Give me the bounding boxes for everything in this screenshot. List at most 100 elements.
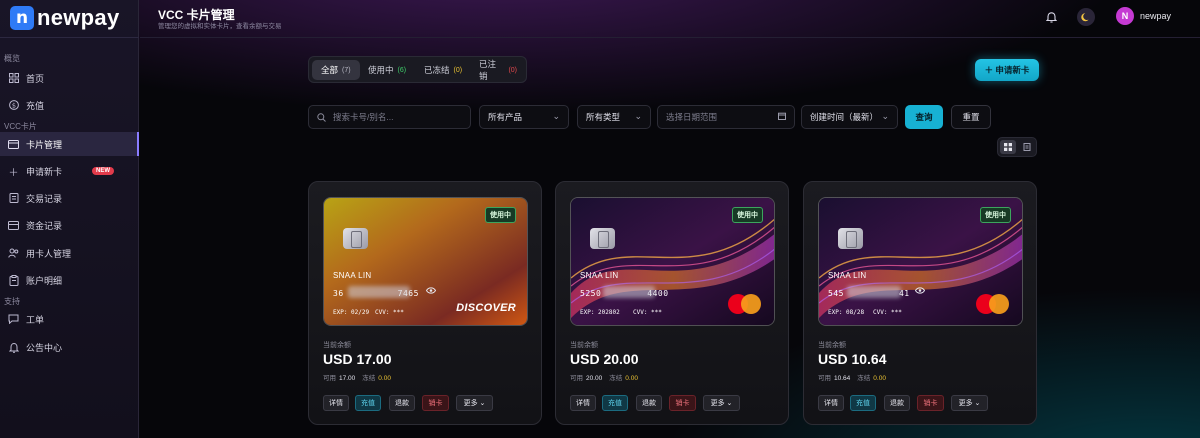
tab-frozen[interactable]: 已冻结 (0) [415, 60, 471, 80]
status-badge: 使用中 [732, 207, 763, 223]
sidebar-item-fund-records[interactable]: 资金记录 [0, 213, 139, 237]
type-select[interactable]: 所有类型 ⌄ [577, 105, 651, 129]
chevron-down-icon: ⌄ [552, 111, 560, 121]
users-icon [8, 248, 19, 259]
virtual-card[interactable]: 使用中 SNAA LIN 545 41 EXP: 08/28 CVV: *** [818, 197, 1023, 326]
sidebar-item-card-management[interactable]: 卡片管理 [0, 132, 139, 156]
card-cvv: CVV: *** [375, 309, 404, 316]
sidebar-item-cardholders[interactable]: 用卡人管理 [0, 241, 139, 265]
tab-count: (0) [453, 66, 463, 74]
avatar[interactable]: N [1116, 7, 1134, 25]
list-view-icon[interactable] [1019, 140, 1035, 154]
sidebar-item-transactions[interactable]: 交易记录 [0, 186, 139, 210]
sidebar-item-apply-card[interactable]: ＋ 申请新卡 NEW [0, 159, 139, 183]
virtual-card[interactable]: 使用中 SNAA LIN 367465 EXP: 02/29 CVV: *** … [323, 197, 528, 326]
sidebar-item-label: 卡片管理 [26, 139, 63, 150]
topup-button[interactable]: 充值 [355, 395, 381, 411]
chip-icon [838, 228, 863, 249]
sidebar-item-account-details[interactable]: 账户明细 [0, 268, 139, 292]
page-subtitle: 管理您的虚拟和实体卡片，查看余额与交易 [158, 23, 282, 30]
card-number-mask [603, 286, 655, 298]
app-name: newpay [37, 5, 120, 30]
frozen-label: 冻结 [609, 375, 623, 382]
card-expiry: EXP: 02/29 [333, 309, 370, 316]
card-number-mask [847, 286, 901, 298]
virtual-card[interactable]: 使用中 SNAA LIN 5250 4400 EXP: 202802 CVV: *… [570, 197, 775, 326]
balance-breakdown: 可用 20.00 冻结 0.00 [570, 372, 638, 382]
more-button[interactable]: 更多 ⌄ [456, 395, 493, 411]
tab-label: 使用中 [368, 65, 394, 75]
type-select-value: 所有类型 [586, 112, 621, 122]
topup-button[interactable]: 充值 [602, 395, 628, 411]
date-range-input[interactable]: 选择日期范围 [657, 105, 795, 129]
more-button[interactable]: 更多 ⌄ [951, 395, 988, 411]
refund-button[interactable]: 退款 [389, 395, 415, 411]
frozen-value: 0.00 [378, 375, 391, 382]
chat-icon [8, 314, 19, 325]
product-select[interactable]: 所有产品 ⌄ [479, 105, 569, 129]
tab-label: 已注销 [479, 59, 497, 81]
sort-select-value: 创建时间（最新） [810, 112, 879, 122]
tab-count: (7) [342, 66, 351, 74]
cardholder-name: SNAA LIN [580, 271, 619, 280]
card-panel[interactable]: 使用中 SNAA LIN 545 41 EXP: 08/28 CVV: *** 当… [803, 181, 1037, 425]
available-value: 17.00 [339, 375, 356, 382]
sidebar-item-label: 首页 [26, 73, 45, 84]
sidebar-item-home[interactable]: 首页 [0, 66, 139, 90]
card-number-start: 545 [828, 289, 844, 298]
card-cvv: CVV: *** [873, 309, 902, 316]
product-select-value: 所有产品 [488, 112, 523, 122]
tab-cancelled[interactable]: 已注销 (0) [470, 59, 526, 81]
tab-label: 全部 [321, 65, 339, 75]
card-panel[interactable]: 使用中 SNAA LIN 5250 4400 EXP: 202802 CVV: *… [555, 181, 789, 425]
refund-button[interactable]: 退款 [884, 395, 910, 411]
more-button[interactable]: 更多 ⌄ [703, 395, 740, 411]
sidebar-item-topup[interactable]: $ 充值 [0, 93, 139, 117]
sidebar-item-label: 交易记录 [26, 193, 63, 204]
grid-view-icon[interactable] [1000, 140, 1016, 154]
dollar-icon: $ [8, 100, 19, 111]
date-placeholder: 选择日期范围 [666, 112, 718, 122]
tab-label: 已冻结 [424, 65, 450, 75]
topup-button[interactable]: 充值 [850, 395, 876, 411]
new-badge: NEW [92, 167, 115, 175]
balance-breakdown: 可用 10.64 冻结 0.00 [818, 372, 886, 382]
search-icon [317, 112, 326, 122]
details-button[interactable]: 详情 [570, 395, 596, 411]
notification-bell-icon[interactable] [1042, 8, 1060, 26]
query-button[interactable]: 查询 [905, 105, 943, 129]
calendar-icon [778, 112, 786, 122]
details-button[interactable]: 详情 [818, 395, 844, 411]
eye-icon[interactable] [914, 287, 926, 296]
sidebar: n newpay 概览 首页 $ 充值 VCC卡片 卡片管理 ＋ 申请新卡 NE… [0, 0, 139, 438]
reset-button[interactable]: 重置 [951, 105, 991, 129]
moon-icon[interactable] [1077, 8, 1095, 26]
available-label: 可用 [818, 375, 831, 382]
sidebar-item-tickets[interactable]: 工单 [0, 307, 139, 331]
cancel-card-button[interactable]: 销卡 [917, 395, 944, 411]
divider [0, 37, 139, 38]
section-support: 支持 [4, 297, 20, 306]
eye-icon[interactable] [425, 287, 437, 296]
top-header: VCC 卡片管理 管理您的虚拟和实体卡片，查看余额与交易 N newpay [140, 0, 1200, 38]
section-vcc: VCC卡片 [4, 122, 37, 131]
sidebar-item-announcements[interactable]: 公告中心 [0, 335, 139, 359]
tab-all[interactable]: 全部 (7) [312, 60, 360, 80]
logo[interactable]: n newpay [10, 4, 120, 32]
wallet-icon [8, 220, 19, 231]
cardholder-name: SNAA LIN [333, 271, 372, 280]
search-input[interactable]: 搜索卡号/别名... [308, 105, 471, 129]
apply-new-card-button[interactable]: ＋ 申请新卡 [975, 59, 1039, 81]
section-overview: 概览 [4, 54, 20, 63]
sort-select[interactable]: 创建时间（最新） ⌄ [801, 105, 898, 129]
details-button[interactable]: 详情 [323, 395, 349, 411]
refund-button[interactable]: 退款 [636, 395, 662, 411]
cancel-card-button[interactable]: 销卡 [422, 395, 449, 411]
status-badge: 使用中 [980, 207, 1011, 223]
chip-icon [590, 228, 615, 249]
cancel-card-button[interactable]: 销卡 [669, 395, 696, 411]
user-name[interactable]: newpay [1140, 11, 1171, 21]
tab-active[interactable]: 使用中 (6) [359, 60, 415, 80]
balance-breakdown: 可用 17.00 冻结 0.00 [323, 372, 391, 382]
card-panel[interactable]: 使用中 SNAA LIN 367465 EXP: 02/29 CVV: *** … [308, 181, 542, 425]
